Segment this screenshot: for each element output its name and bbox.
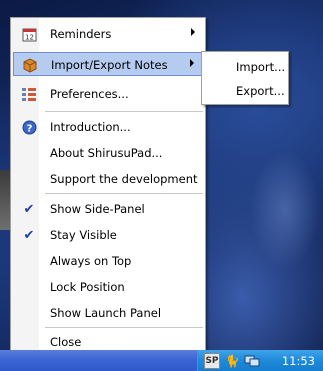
submenu-arrow-icon — [191, 28, 195, 36]
menu-item-label: Introduction... — [50, 120, 131, 134]
menu-item-label: Always on Top — [50, 254, 132, 268]
menu-item-label: Lock Position — [50, 280, 125, 294]
wallpaper-highlight — [250, 150, 320, 270]
package-icon — [22, 57, 38, 73]
menu-item-support[interactable]: Support the development — [13, 167, 203, 191]
cat-tray-icon[interactable]: 🐈 — [224, 353, 240, 369]
svg-text:?: ? — [26, 123, 32, 134]
submenu-item-export[interactable]: Export... — [204, 80, 286, 102]
submenu-item-label: Export... — [236, 84, 285, 98]
menu-item-about[interactable]: About ShirusuPad... — [13, 141, 203, 165]
checkmark-icon: ✔ — [23, 227, 35, 243]
menu-item-label: Stay Visible — [50, 228, 117, 242]
menu-separator — [45, 111, 203, 112]
menu-separator — [45, 193, 203, 194]
menu-item-lock-position[interactable]: Lock Position — [13, 275, 203, 299]
preferences-icon — [21, 86, 37, 102]
menu-item-label: Close — [50, 335, 82, 349]
menu-item-label: About ShirusuPad... — [50, 146, 163, 160]
menu-item-preferences[interactable]: Preferences... — [13, 82, 203, 106]
menu-item-reminders[interactable]: 12 Reminders — [13, 22, 203, 46]
context-menu: 12 Reminders Import/Export Notes Prefere… — [10, 17, 206, 354]
taskbar: SP 🐈 11:53 — [0, 350, 323, 371]
menu-separator — [45, 327, 203, 328]
menu-item-label: Import/Export Notes — [51, 58, 168, 72]
clock[interactable]: 11:53 — [282, 354, 315, 368]
import-export-submenu: Import... Export... — [201, 51, 289, 105]
menu-item-label: Reminders — [50, 27, 112, 41]
system-tray: SP 🐈 11:53 — [197, 350, 323, 371]
menu-item-always-on-top[interactable]: Always on Top — [13, 249, 203, 273]
help-icon: ? — [21, 119, 37, 135]
menu-item-label: Show Side-Panel — [50, 202, 145, 216]
checkmark-icon: ✔ — [23, 201, 35, 217]
calendar-icon: 12 — [21, 26, 37, 42]
svg-text:12: 12 — [25, 33, 34, 41]
menu-item-label: Support the development — [50, 172, 198, 186]
menu-item-label: Show Launch Panel — [50, 306, 162, 320]
menu-item-show-launch-panel[interactable]: Show Launch Panel — [13, 301, 203, 325]
menu-item-stay-visible[interactable]: ✔ Stay Visible — [13, 223, 203, 247]
submenu-item-label: Import... — [236, 60, 286, 74]
menu-item-introduction[interactable]: ? Introduction... — [13, 115, 203, 139]
menu-item-show-side-panel[interactable]: ✔ Show Side-Panel — [13, 197, 203, 221]
network-tray-icon[interactable] — [244, 353, 260, 369]
submenu-arrow-icon — [190, 59, 194, 67]
shirusupad-tray-icon[interactable]: SP — [204, 352, 220, 369]
submenu-item-import[interactable]: Import... — [204, 56, 286, 78]
menu-item-label: Preferences... — [50, 87, 129, 101]
menu-item-import-export[interactable]: Import/Export Notes — [13, 52, 203, 76]
